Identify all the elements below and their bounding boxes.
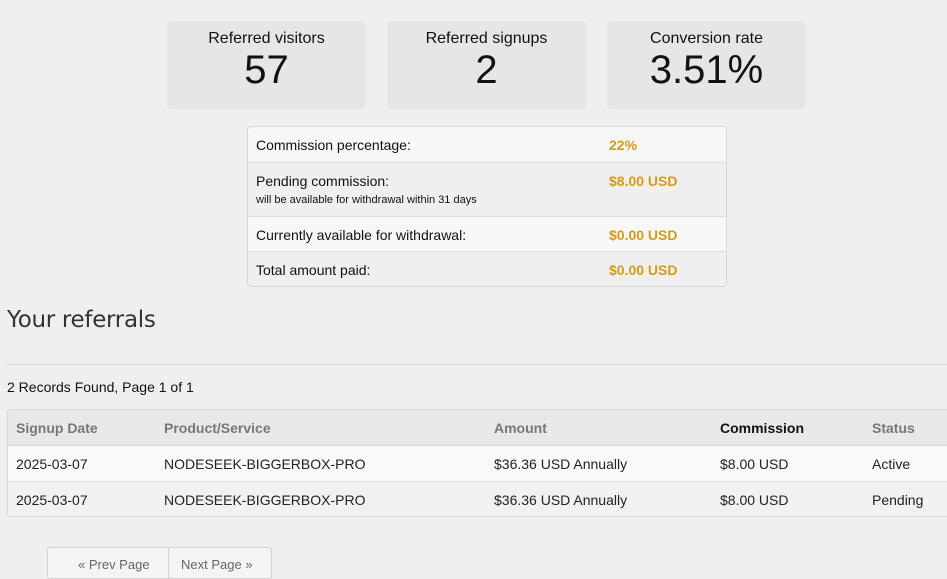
signup-date-cell: 2025-03-07	[16, 456, 88, 472]
stat-label: Referred visitors	[208, 30, 325, 47]
product-cell: NODESEEK-BIGGERBOX-PRO	[164, 456, 366, 472]
total-paid-row: Total amount paid: $0.00 USD	[248, 251, 726, 286]
stat-value: 3.51%	[649, 48, 764, 92]
stat-label: Referred signups	[425, 30, 548, 47]
prev-page-button[interactable]: « Prev Page	[48, 548, 168, 578]
stat-conversion-rate: Conversion rate 3.51%	[607, 21, 806, 109]
available-withdrawal-label: Currently available for withdrawal:	[256, 227, 467, 243]
table-header: Signup Date Product/Service Amount Commi…	[8, 410, 947, 446]
product-cell: NODESEEK-BIGGERBOX-PRO	[164, 492, 366, 508]
column-header-product[interactable]: Product/Service	[164, 420, 271, 436]
total-paid-value: $0.00 USD	[609, 262, 678, 278]
pending-commission-row: Pending commission: will be available fo…	[248, 162, 726, 216]
column-header-signup-date[interactable]: Signup Date	[16, 420, 98, 436]
divider	[7, 364, 947, 365]
total-paid-label: Total amount paid:	[256, 262, 371, 278]
records-count: 2 Records Found, Page 1 of 1	[7, 379, 194, 395]
commission-cell: $8.00 USD	[720, 492, 789, 508]
commission-cell: $8.00 USD	[720, 456, 789, 472]
amount-cell: $36.36 USD Annually	[494, 492, 628, 508]
pending-commission-note: will be available for withdrawal within …	[256, 194, 477, 206]
pagination: « Prev Page Next Page »	[47, 547, 272, 579]
available-withdrawal-row: Currently available for withdrawal: $0.0…	[248, 216, 726, 251]
next-page-button[interactable]: Next Page »	[168, 548, 271, 578]
commission-percentage-value: 22%	[609, 137, 638, 153]
status-cell: Active	[872, 456, 911, 472]
commission-summary-table: Commission percentage: 22% Pending commi…	[247, 126, 727, 287]
referrals-table: Signup Date Product/Service Amount Commi…	[7, 409, 947, 517]
pending-commission-value: $8.00 USD	[609, 173, 678, 189]
amount-cell: $36.36 USD Annually	[494, 456, 628, 472]
table-row: 2025-03-07 NODESEEK-BIGGERBOX-PRO $36.36…	[8, 446, 947, 481]
commission-percentage-label: Commission percentage:	[256, 137, 411, 153]
commission-percentage-row: Commission percentage: 22%	[248, 127, 726, 162]
stat-value: 57	[244, 48, 289, 92]
pending-commission-label: Pending commission:	[256, 173, 390, 189]
table-row: 2025-03-07 NODESEEK-BIGGERBOX-PRO $36.36…	[8, 481, 947, 516]
column-header-commission[interactable]: Commission	[720, 420, 804, 436]
status-cell: Pending	[872, 492, 924, 508]
signup-date-cell: 2025-03-07	[16, 492, 88, 508]
available-withdrawal-value: $0.00 USD	[609, 227, 678, 243]
column-header-amount[interactable]: Amount	[494, 420, 547, 436]
stats-row: Referred visitors 57 Referred signups 2 …	[167, 21, 806, 109]
stat-value: 2	[475, 48, 498, 92]
stat-label: Conversion rate	[650, 30, 763, 47]
stat-referred-visitors: Referred visitors 57	[167, 21, 366, 109]
column-header-status[interactable]: Status	[872, 420, 915, 436]
referrals-heading: Your referrals	[7, 307, 156, 333]
stat-referred-signups: Referred signups 2	[387, 21, 586, 109]
